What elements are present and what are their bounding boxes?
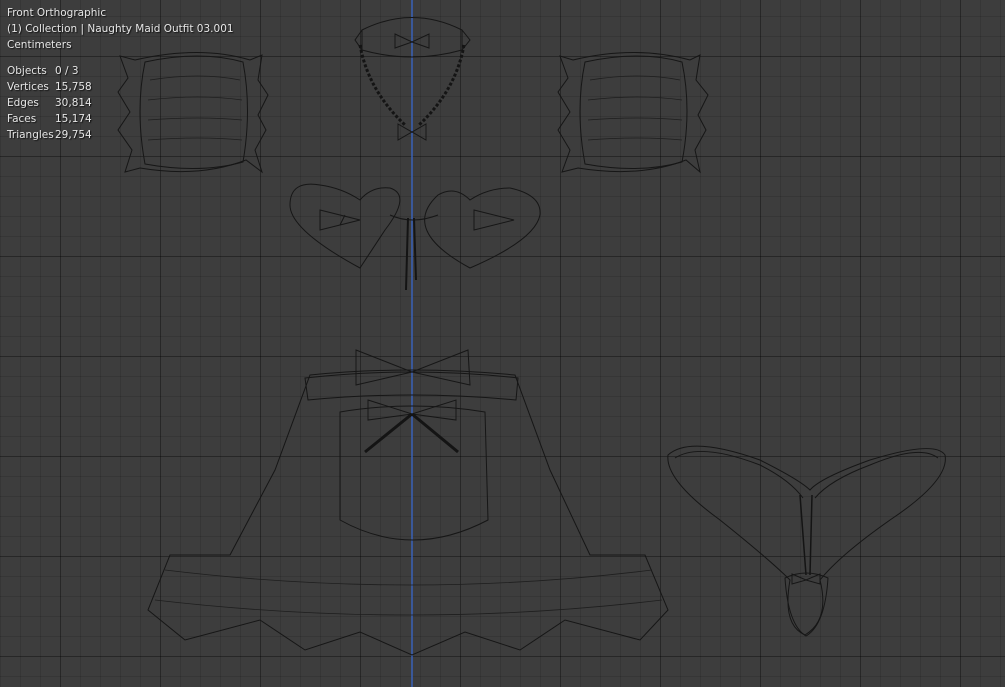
stat-triangles: Triangles 29,754 [7,129,92,141]
viewport-text-overlay: Front Orthographic (1) Collection | Naug… [7,5,234,143]
right-cuff-mesh[interactable] [557,52,709,174]
units-label: Centimeters [7,39,72,51]
collection-info: (1) Collection | Naughty Maid Outfit 03.… [7,23,234,35]
skirt-mesh[interactable] [147,349,669,656]
view-name: Front Orthographic [7,7,107,19]
stat-faces: Faces 15,174 [7,113,92,125]
3d-viewport[interactable]: Front Orthographic (1) Collection | Naug… [0,0,1005,687]
stat-objects: Objects 0 / 3 [7,65,79,77]
thong-mesh[interactable] [667,445,946,637]
stat-vertices: Vertices 15,758 [7,81,92,93]
stat-edges: Edges 30,814 [7,97,92,109]
heart-top-mesh[interactable] [289,183,541,291]
